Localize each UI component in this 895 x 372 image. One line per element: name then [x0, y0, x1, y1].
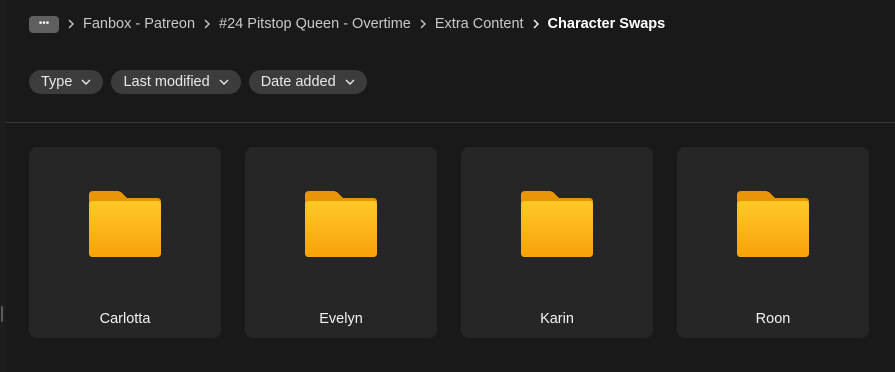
filter-type-label: Type: [41, 74, 73, 90]
folder-icon: [521, 191, 593, 257]
chevron-down-icon: [81, 79, 91, 85]
pane-resize-handle[interactable]: [1, 306, 3, 322]
folder-grid: Carlotta Evelyn Karin Roon: [29, 147, 869, 338]
filter-last-modified-button[interactable]: Last modified: [111, 70, 241, 94]
chevron-right-icon: [524, 19, 548, 29]
filter-last-modified-label: Last modified: [123, 74, 210, 90]
chevron-down-icon: [219, 79, 229, 85]
folder-icon: [305, 191, 377, 257]
filter-bar: Type Last modified Date added: [29, 70, 367, 94]
folder-icon: [89, 191, 161, 257]
folder-name: Karin: [540, 311, 574, 327]
breadcrumb-current-character-swaps: Character Swaps: [547, 16, 666, 32]
section-divider: [6, 122, 895, 123]
folder-tile-carlotta[interactable]: Carlotta: [29, 147, 221, 338]
folder-name: Roon: [755, 311, 791, 327]
folder-tile-karin[interactable]: Karin: [461, 147, 653, 338]
chevron-right-icon: [59, 19, 83, 29]
breadcrumb-item-pitstop-queen[interactable]: #24 Pitstop Queen - Overtime: [219, 16, 411, 32]
breadcrumb-item-fanbox-patreon[interactable]: Fanbox - Patreon: [83, 16, 195, 32]
folder-name: Evelyn: [319, 311, 363, 327]
filter-type-button[interactable]: Type: [29, 70, 104, 94]
folder-tile-roon[interactable]: Roon: [677, 147, 869, 338]
filter-date-added-button[interactable]: Date added: [248, 70, 367, 94]
folder-tile-evelyn[interactable]: Evelyn: [245, 147, 437, 338]
breadcrumb-more-button[interactable]: •••: [29, 15, 59, 33]
chevron-right-icon: [195, 19, 219, 29]
more-horizontal-icon: •••: [38, 18, 50, 29]
chevron-down-icon: [345, 79, 355, 85]
folder-icon: [737, 191, 809, 257]
file-browser: ••• Fanbox - Patreon #24 Pitstop Queen -…: [0, 0, 895, 372]
chevron-right-icon: [411, 19, 435, 29]
breadcrumb-item-extra-content[interactable]: Extra Content: [435, 16, 524, 32]
breadcrumb: ••• Fanbox - Patreon #24 Pitstop Queen -…: [29, 14, 665, 34]
folder-name: Carlotta: [99, 311, 151, 327]
filter-date-added-label: Date added: [260, 74, 336, 90]
